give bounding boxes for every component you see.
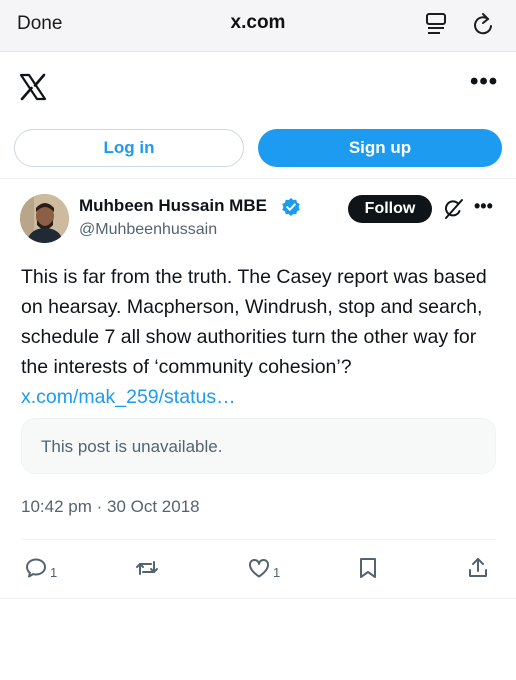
share-button[interactable] [466, 556, 490, 585]
bookmark-icon [356, 556, 380, 585]
reader-mode-icon[interactable] [425, 12, 447, 38]
quoted-post-unavailable-text: This post is unavailable. [41, 437, 223, 456]
post-text: This is far from the truth. The Casey re… [21, 262, 499, 412]
divider [0, 178, 516, 179]
bookmark-button[interactable] [356, 556, 380, 585]
sign-up-button[interactable]: Sign up [258, 129, 502, 167]
divider [0, 598, 516, 599]
quoted-post-card: This post is unavailable. [21, 418, 496, 474]
repost-icon [135, 556, 159, 585]
log-in-button[interactable]: Log in [14, 129, 244, 167]
repost-button[interactable] [135, 558, 159, 582]
like-icon [247, 556, 271, 585]
reply-button[interactable]: 1 [24, 558, 57, 582]
post-timestamp[interactable]: 10:42 pm · 30 Oct 2018 [21, 497, 200, 517]
divider [21, 539, 496, 540]
reply-icon [24, 556, 48, 585]
post-link[interactable]: x.com/mak_259/status… [21, 386, 236, 408]
verified-badge-icon [281, 197, 301, 217]
avatar[interactable] [20, 194, 69, 243]
follow-button[interactable]: Follow [348, 195, 432, 223]
more-icon[interactable]: ••• [470, 70, 498, 94]
author-handle[interactable]: @Muhbeenhussain [79, 221, 217, 239]
reload-icon[interactable] [472, 12, 496, 38]
share-icon [466, 556, 490, 585]
post-body: This is far from the truth. The Casey re… [21, 266, 487, 378]
browser-toolbar: Done x.com [0, 0, 516, 52]
x-logo-icon[interactable] [18, 72, 48, 102]
like-button[interactable]: 1 [247, 558, 280, 582]
more-icon[interactable]: ••• [474, 197, 493, 215]
reply-count: 1 [50, 564, 58, 580]
like-count: 1 [273, 564, 281, 580]
grok-icon[interactable] [441, 197, 465, 221]
author-name[interactable]: Muhbeen Hussain MBE [79, 196, 267, 216]
